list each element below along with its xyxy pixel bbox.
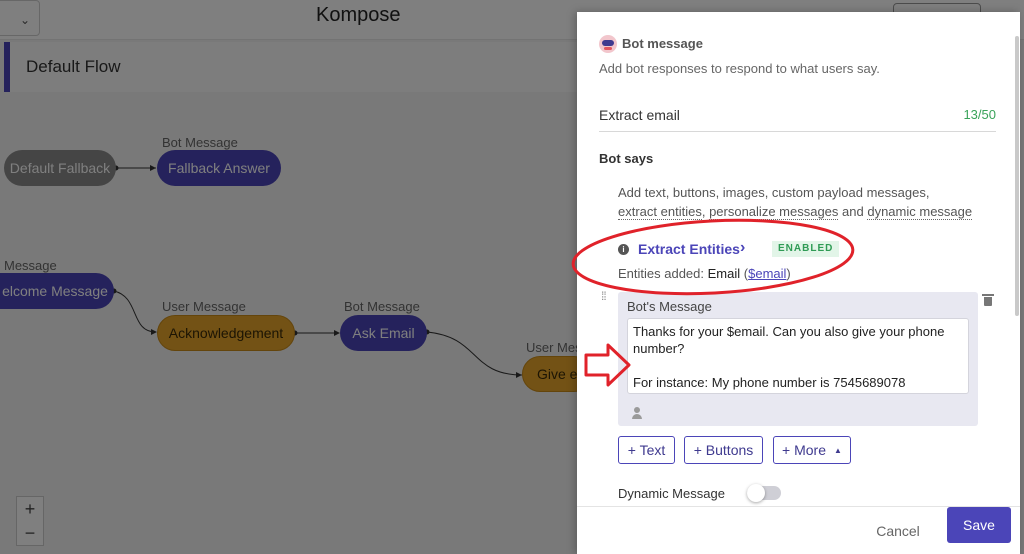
help-and: and bbox=[838, 204, 868, 219]
message-line: number? bbox=[633, 341, 685, 356]
add-text-button[interactable]: + Text bbox=[618, 436, 675, 464]
annotation-arrow-icon bbox=[584, 343, 631, 387]
panel-footer: Cancel Save bbox=[577, 506, 1020, 554]
dynamic-message-label: Dynamic Message bbox=[618, 486, 725, 501]
message-line: Thanks for your $email. Can you also giv… bbox=[633, 324, 945, 339]
add-buttons-button[interactable]: + Buttons bbox=[684, 436, 763, 464]
bot-message-textarea[interactable]: Thanks for your $email. Can you also giv… bbox=[627, 318, 969, 394]
panel-description: Add bot responses to respond to what use… bbox=[599, 61, 880, 76]
save-button[interactable]: Save bbox=[947, 507, 1011, 543]
section-title: Bot says bbox=[599, 151, 654, 166]
cancel-button[interactable]: Cancel bbox=[863, 517, 933, 545]
person-icon[interactable] bbox=[631, 407, 643, 419]
caret-up-icon: ▲ bbox=[834, 445, 842, 455]
more-label: + More bbox=[782, 442, 827, 458]
panel-title: Bot message bbox=[622, 36, 703, 51]
help-separator: , bbox=[701, 204, 710, 219]
message-name-input[interactable]: Extract email bbox=[599, 107, 680, 123]
message-line: For instance: My phone number is 7545689… bbox=[633, 375, 906, 390]
card-title: Bot's Message bbox=[627, 299, 712, 314]
bot-avatar-icon bbox=[599, 35, 617, 53]
bot-message-card: Bot's Message Thanks for your $email. Ca… bbox=[618, 292, 978, 426]
dynamic-message-link[interactable]: dynamic message bbox=[867, 204, 973, 220]
trash-icon[interactable] bbox=[982, 294, 994, 306]
input-underline bbox=[599, 131, 996, 132]
annotation-ellipse bbox=[571, 218, 855, 296]
help-text-line1: Add text, buttons, images, custom payloa… bbox=[618, 185, 930, 200]
dynamic-message-toggle[interactable] bbox=[747, 484, 781, 502]
help-text-line2: extract entities, personalize messages a… bbox=[618, 204, 973, 220]
panel-scrollbar[interactable] bbox=[1015, 36, 1019, 316]
char-counter: 13/50 bbox=[963, 107, 996, 122]
add-more-button[interactable]: + More ▲ bbox=[773, 436, 851, 464]
message-line bbox=[633, 357, 963, 374]
